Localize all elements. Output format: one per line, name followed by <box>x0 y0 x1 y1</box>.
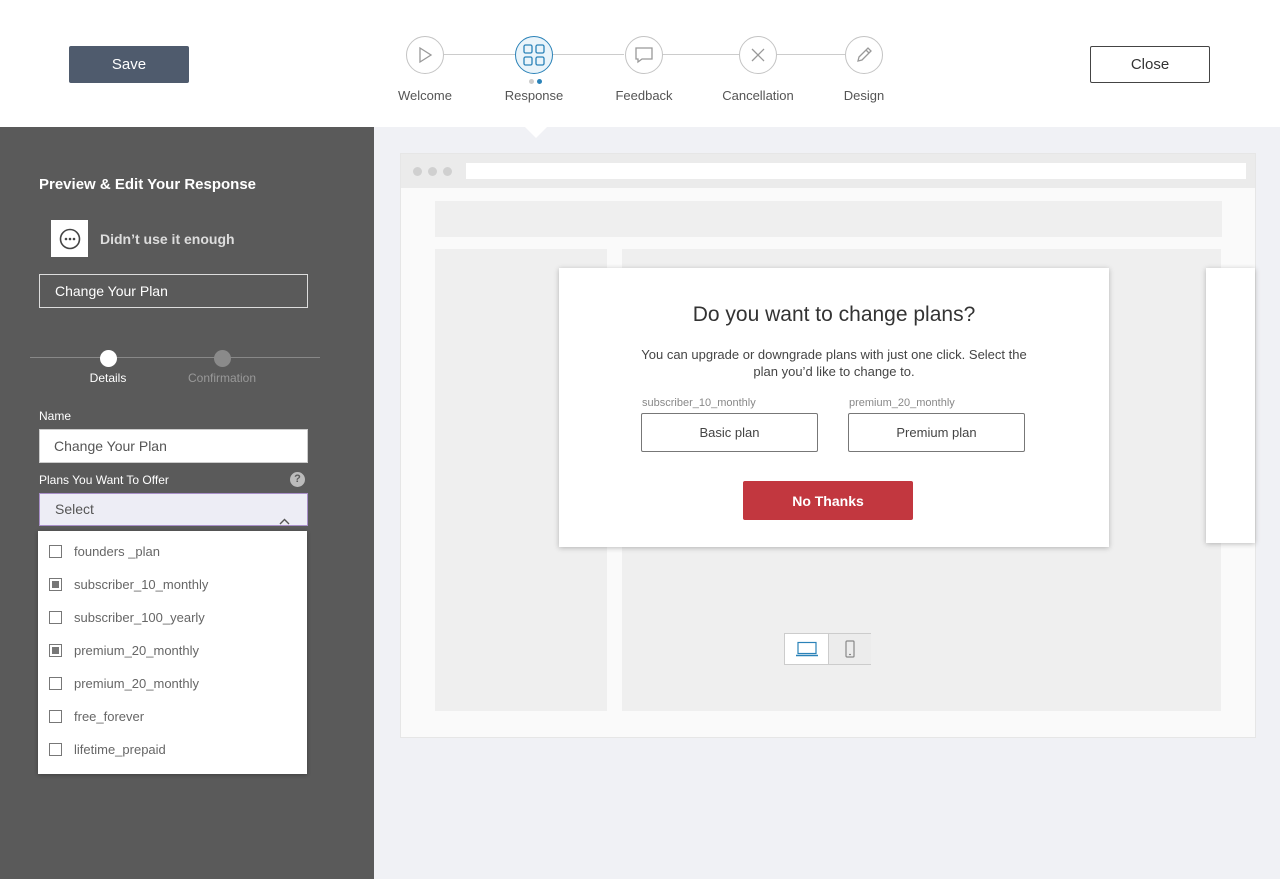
plan-option[interactable]: free_forever <box>38 698 307 731</box>
play-icon <box>406 36 444 74</box>
plan-option[interactable]: subscriber_10_monthly <box>38 566 307 599</box>
step-progress-dots <box>529 79 542 84</box>
plan-option[interactable]: premium_20_monthly <box>38 665 307 698</box>
step-welcome[interactable]: Welcome <box>380 36 470 103</box>
checkbox[interactable] <box>49 545 62 558</box>
window-dot <box>413 167 422 176</box>
active-step-pointer <box>524 126 548 138</box>
checkbox[interactable] <box>49 578 62 591</box>
device-toggle <box>784 633 871 665</box>
sidebar-title: Preview & Edit Your Response <box>39 176 257 193</box>
substep-confirmation-label[interactable]: Confirmation <box>162 371 282 385</box>
plans-select[interactable]: Select <box>39 493 308 526</box>
checkbox[interactable] <box>49 611 62 624</box>
substep-details-label[interactable]: Details <box>48 371 168 385</box>
plans-dropdown: founders _plan subscriber_10_monthly sub… <box>38 531 307 774</box>
help-icon[interactable]: ? <box>290 472 305 487</box>
plan-id-label: subscriber_10_monthly <box>642 397 756 409</box>
plans-label: Plans You Want To Offer <box>39 473 169 487</box>
name-label: Name <box>39 409 72 423</box>
modal-description: You can upgrade or downgrade plans with … <box>641 347 1027 379</box>
save-button[interactable]: Save <box>69 46 189 83</box>
window-dot <box>428 167 437 176</box>
checkbox[interactable] <box>49 710 62 723</box>
plan-id-label: premium_20_monthly <box>849 397 955 409</box>
grid-icon <box>515 36 553 74</box>
phone-icon[interactable] <box>828 634 871 664</box>
plan-option[interactable]: lifetime_prepaid <box>38 731 307 764</box>
url-bar <box>466 163 1246 179</box>
close-button[interactable]: Close <box>1090 46 1210 83</box>
plan-option[interactable]: premium_20_monthly <box>38 632 307 665</box>
step-label: Design <box>843 88 885 103</box>
browser-toolbar <box>401 154 1255 188</box>
checkbox[interactable] <box>49 743 62 756</box>
chat-bubble-icon <box>625 36 663 74</box>
ellipsis-circle-icon <box>51 220 88 257</box>
step-label: Response <box>504 88 564 103</box>
checkbox[interactable] <box>49 677 62 690</box>
step-design[interactable]: Design <box>819 36 909 103</box>
name-input[interactable] <box>39 429 308 463</box>
step-label: Cancellation <box>722 88 794 103</box>
pencil-icon <box>845 36 883 74</box>
basic-plan-button[interactable]: Basic plan <box>641 413 818 452</box>
window-dot <box>443 167 452 176</box>
plan-option[interactable]: subscriber_100_yearly <box>38 599 307 632</box>
cancel-reason-label: Didn’t use it enough <box>100 231 235 247</box>
laptop-icon[interactable] <box>785 634 828 664</box>
step-feedback[interactable]: Feedback <box>599 36 689 103</box>
next-modal-peek <box>1206 268 1255 543</box>
checkbox[interactable] <box>49 644 62 657</box>
no-thanks-button[interactable]: No Thanks <box>743 481 913 520</box>
x-circle-icon <box>739 36 777 74</box>
premium-plan-button[interactable]: Premium plan <box>848 413 1025 452</box>
substep-track <box>30 357 320 358</box>
modal-title: Do you want to change plans? <box>692 303 976 326</box>
plan-option[interactable]: founders _plan <box>38 533 307 566</box>
header: Save Welcome Response Feedback Cancellat… <box>0 0 1280 127</box>
response-modal: Do you want to change plans? You can upg… <box>559 268 1109 547</box>
response-title-field[interactable]: Change Your Plan <box>39 274 308 308</box>
step-response[interactable]: Response <box>489 36 579 103</box>
substep-details-dot[interactable] <box>100 350 117 367</box>
edit-sidebar: Preview & Edit Your Response Didn’t use … <box>0 127 374 879</box>
substep-confirmation-dot[interactable] <box>214 350 231 367</box>
step-label: Feedback <box>615 88 673 103</box>
placeholder-block <box>435 201 1222 237</box>
step-cancellation[interactable]: Cancellation <box>713 36 803 103</box>
select-placeholder: Select <box>55 501 94 517</box>
step-label: Welcome <box>398 88 452 103</box>
